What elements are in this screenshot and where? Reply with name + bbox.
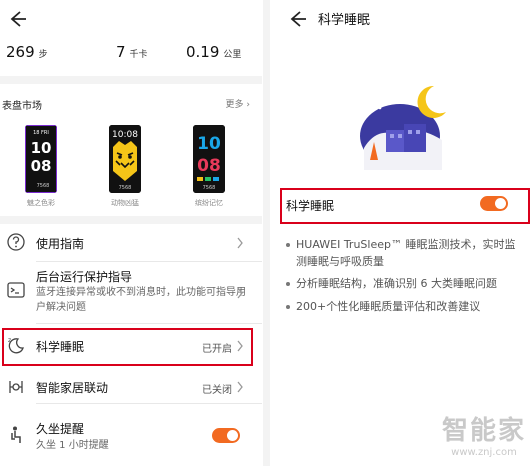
chevron-right-icon [237, 287, 243, 299]
feature-bullet-text: 分析睡眠结构，准确识别 6 大类睡眠问题 [296, 277, 497, 290]
watermark-text: 智能家 [441, 416, 526, 446]
highlight-box [2, 328, 253, 366]
watch-settings-panel: 269 步 7 千卡 0.19 公里 表盘市场 更多 › 18 FRI 10 08 7… [0, 0, 262, 466]
watch-face-3[interactable]: 10 08 7568 [193, 125, 225, 193]
smart-home-link-icon [9, 381, 23, 393]
bullet-dot [286, 243, 290, 247]
page-title: 科学睡眠 [318, 13, 371, 28]
svg-text:08: 08 [197, 156, 221, 176]
calories-unit: 千卡 [129, 50, 148, 60]
terminal-icon [7, 282, 25, 298]
chevron-right-icon [237, 381, 243, 393]
feature-bullet-text: HUAWEI TruSleep™ 睡眠监测技术，实时监测睡眠与呼吸质量 [296, 238, 516, 268]
sleep-illustration [360, 85, 446, 170]
watermark: 智能家 www.znj.com [442, 410, 526, 458]
distance-unit: 公里 [223, 50, 242, 60]
smart-home-status: 已关闭 [202, 385, 232, 396]
smart-home-row[interactable]: 智能家居联动 已关闭 [0, 370, 262, 404]
sedentary-reminder-title: 久坐提醒 [36, 422, 85, 436]
calories-value: 7 [116, 43, 126, 61]
sedentary-reminder-toggle[interactable] [212, 428, 240, 443]
background-protection-title: 后台运行保护指导 [36, 270, 133, 284]
svg-text:08: 08 [31, 157, 52, 175]
svg-text:10: 10 [197, 134, 221, 154]
watch-market-title: 表盘市场 [2, 101, 42, 112]
distance-value: 0.19 [186, 43, 220, 61]
tiger-watch-face-graphic: 10:08 7568 [109, 125, 141, 193]
steps-value: 269 [6, 43, 35, 61]
section-divider [0, 216, 262, 224]
section-divider [0, 76, 262, 84]
feature-bullet: HUAWEI TruSleep™ 睡眠监测技术，实时监测睡眠与呼吸质量 [286, 236, 526, 270]
bullet-dot [286, 282, 290, 286]
chevron-right-icon [237, 237, 243, 249]
steps-stat: 269 步 [6, 42, 48, 61]
feature-bullet: 分析睡眠结构，准确识别 6 大类睡眠问题 [286, 275, 526, 292]
colorful-watch-face-graphic: 10 08 7568 [193, 125, 225, 193]
sedentary-reminder-row[interactable]: 久坐提醒 久坐 1 小时提醒 [0, 412, 262, 458]
smart-home-title: 智能家居联动 [36, 381, 109, 395]
watch-face-1-graphic: 18 FRI 10 08 7568 [25, 125, 57, 193]
watch-face-1[interactable]: 18 FRI 10 08 7568 [25, 125, 57, 193]
watch-face-1-label: 魅之色彩 [27, 199, 55, 207]
help-circle-icon [7, 233, 25, 251]
usage-guide-row[interactable]: 使用指南 [0, 226, 262, 262]
svg-text:7568: 7568 [119, 185, 132, 191]
svg-text:10:08: 10:08 [112, 130, 138, 140]
bullet-dot [286, 305, 290, 309]
background-protection-row[interactable]: 后台运行保护指导 蓝牙连接异常或收不到消息时，此功能可指导用户解决问题 [0, 262, 262, 324]
back-arrow-icon[interactable] [6, 8, 28, 30]
person-sitting-icon [11, 426, 21, 443]
svg-text:18 FRI: 18 FRI [33, 130, 49, 136]
distance-stat: 0.19 公里 [186, 42, 241, 61]
feature-bullet-text: 200+个性化睡眠质量评估和改善建议 [296, 300, 481, 313]
row-divider [36, 323, 262, 324]
row-divider [36, 403, 262, 404]
svg-text:7568: 7568 [203, 185, 216, 191]
panel-divider [263, 0, 270, 466]
highlight-box [280, 188, 530, 224]
activity-stats: 269 步 7 千卡 0.19 公里 [6, 42, 252, 64]
science-sleep-panel: 科学睡眠 科学睡眠 HUAWEI TruSleep™ 睡眠监测技术，实时监测睡眠… [270, 0, 532, 466]
back-arrow-icon[interactable] [286, 8, 308, 30]
watermark-url: www.znj.com [451, 447, 517, 458]
svg-text:7568: 7568 [37, 183, 50, 189]
usage-guide-title: 使用指南 [36, 237, 85, 251]
feature-bullet: 200+个性化睡眠质量评估和改善建议 [286, 298, 526, 315]
watch-face-2-label: 动物凶猛 [111, 199, 139, 207]
steps-unit: 步 [38, 50, 48, 60]
svg-text:10: 10 [31, 139, 52, 157]
more-link[interactable]: 更多 › [226, 97, 250, 110]
calories-stat: 7 千卡 [116, 42, 148, 61]
background-protection-subtitle: 蓝牙连接异常或收不到消息时，此功能可指导用户解决问题 [36, 287, 246, 313]
watch-face-3-label: 缤纷记忆 [195, 199, 223, 207]
watch-face-2[interactable]: 10:08 7568 [109, 125, 141, 193]
